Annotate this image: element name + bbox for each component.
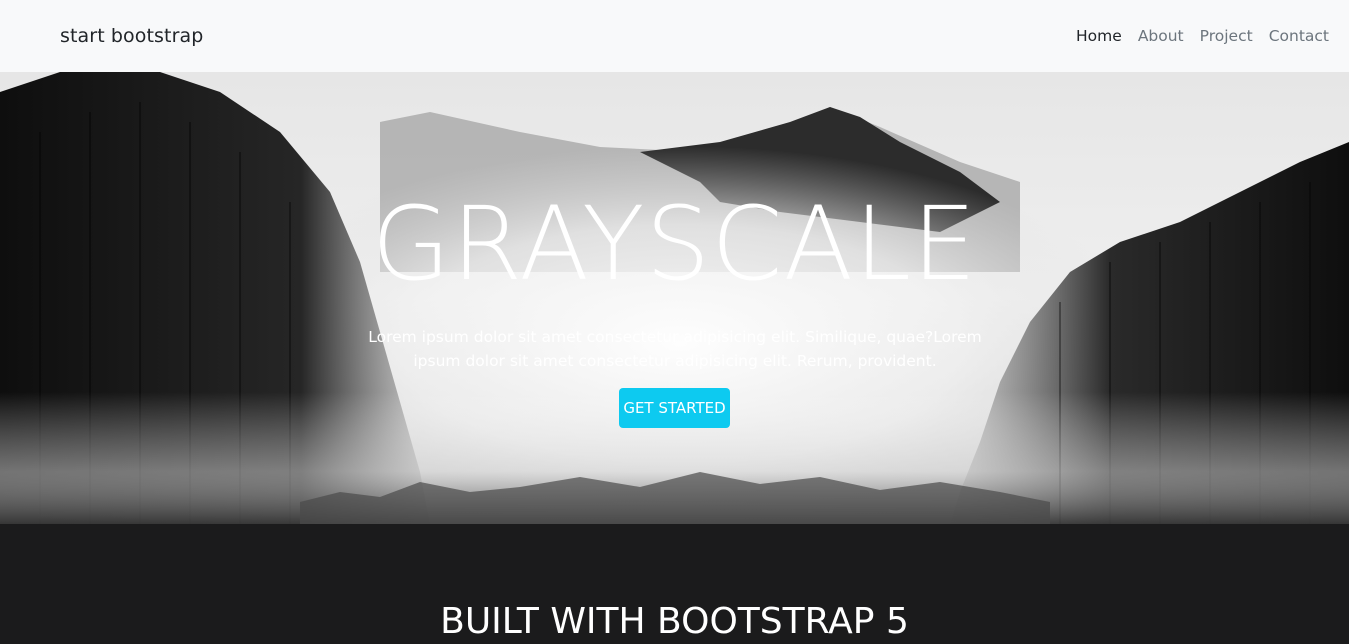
hero-section: GRAYSCALE Lorem ipsum dolor sit amet con… bbox=[0, 72, 1349, 524]
get-started-button[interactable]: GET STARTED bbox=[619, 388, 730, 428]
nav-link-about[interactable]: About bbox=[1138, 27, 1184, 45]
nav-link-project[interactable]: Project bbox=[1200, 27, 1253, 45]
brand-link[interactable]: start bootstrap bbox=[60, 25, 203, 47]
about-section: BUILT WITH BOOTSTRAP 5 bbox=[0, 524, 1349, 643]
hero-title: GRAYSCALE bbox=[371, 185, 978, 304]
nav-links: Home About Project Contact bbox=[1060, 27, 1329, 45]
hero-content: GRAYSCALE Lorem ipsum dolor sit amet con… bbox=[0, 72, 1349, 524]
hero-description: Lorem ipsum dolor sit amet consectetur a… bbox=[368, 328, 982, 370]
nav-link-contact[interactable]: Contact bbox=[1269, 27, 1329, 45]
navbar: start bootstrap Home About Project Conta… bbox=[0, 0, 1349, 72]
nav-link-home[interactable]: Home bbox=[1076, 27, 1122, 45]
section-title: BUILT WITH BOOTSTRAP 5 bbox=[440, 601, 909, 642]
